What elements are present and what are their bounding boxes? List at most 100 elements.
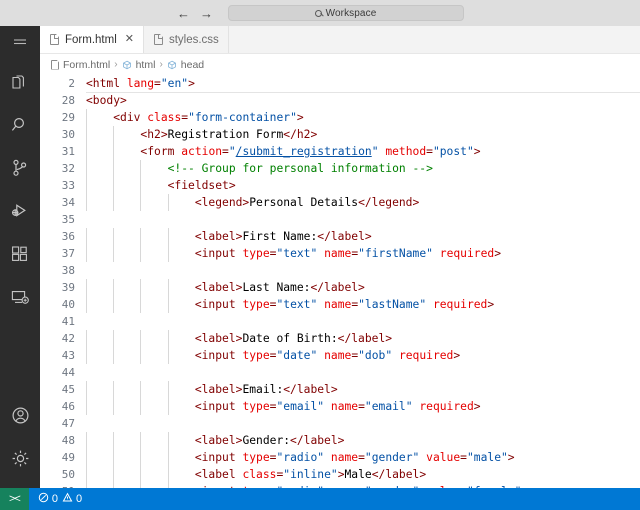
code-token: required [432, 298, 488, 311]
line-number: 51 [40, 483, 86, 488]
code-token: type [242, 451, 270, 464]
code-token: "en" [160, 77, 189, 90]
code-line-text: <label>Email:</label> [86, 381, 640, 398]
code-line-text: <input type="text" name="firstName" requ… [86, 245, 640, 262]
close-icon[interactable]: ✕ [125, 34, 134, 45]
sidebar-item-accounts[interactable] [0, 394, 40, 437]
indent-guide [167, 432, 169, 449]
breadcrumb-item-file[interactable]: Form.html [51, 59, 110, 71]
code-token: Last Name: [242, 281, 311, 294]
code-line[interactable]: 50 <label class="inline">Male</label> [40, 466, 640, 483]
code-token: <div [113, 111, 148, 124]
code-token: "email" [364, 400, 413, 413]
code-line[interactable]: 2 <html lang="en"> [40, 75, 640, 93]
sidebar-item-settings[interactable] [0, 437, 40, 480]
code-line[interactable]: 40 <input type="text" name="lastName" re… [40, 296, 640, 313]
code-line[interactable]: 35 [40, 211, 640, 228]
breadcrumb-item-html[interactable]: html [122, 59, 155, 71]
errors-group: 0 [38, 492, 58, 506]
code-line[interactable]: 39 <label>Last Name:</label> [40, 279, 640, 296]
indent-guide [113, 296, 115, 313]
indent-guide [167, 347, 169, 364]
line-number: 33 [61, 179, 75, 192]
code-line[interactable]: 34 <legend>Personal Details</legend> [40, 194, 640, 211]
html-file-icon [50, 34, 59, 45]
code-token: method [385, 145, 427, 158]
code-token: Email: [242, 383, 284, 396]
code-token: "post" [432, 145, 474, 158]
indent-guide [167, 279, 169, 296]
sidebar-item-source-control[interactable] [0, 146, 40, 189]
indent-guide [140, 347, 142, 364]
line-number: 41 [61, 315, 75, 328]
code-token: </label> [283, 383, 338, 396]
code-line[interactable]: 42 <label>Date of Birth:</label> [40, 330, 640, 347]
code-editor[interactable]: 2 <html lang="en"> 28 <body> 29 <div class="… [40, 75, 640, 488]
code-line[interactable]: 46 <input type="email" name="email" requ… [40, 398, 640, 415]
code-line[interactable]: 37 <input type="text" name="firstName" r… [40, 245, 640, 262]
indent-guide [113, 398, 115, 415]
code-line[interactable]: 51 <input type="radio" name="gender" val… [40, 483, 640, 488]
code-line[interactable]: 36 <label>First Name:</label> [40, 228, 640, 245]
code-token: > [188, 77, 195, 90]
code-line[interactable]: 47 [40, 415, 640, 432]
search-input[interactable]: Workspace [326, 8, 377, 19]
arrow-left-icon[interactable]: ← [177, 7, 191, 20]
code-line[interactable]: 41 [40, 313, 640, 330]
sidebar-item-extensions[interactable] [0, 232, 40, 275]
workbench-body: Form.html ✕ styles.css Form.html › html … [0, 26, 640, 488]
code-line[interactable]: 33 <fieldset> [40, 177, 640, 194]
code-token: <input [195, 485, 243, 488]
code-token: = [358, 400, 365, 413]
sidebar-item-explorer[interactable] [0, 60, 40, 103]
code-line[interactable]: 44 [40, 364, 640, 381]
code-line[interactable]: 31 <form action="/submit_registration" m… [40, 143, 640, 160]
status-remote-indicator[interactable]: >< [0, 488, 29, 510]
code-line[interactable]: 43 <input type="date" name="dob" require… [40, 347, 640, 364]
tab-label: Form.html [65, 33, 117, 46]
code-token: <form [140, 145, 182, 158]
code-line-text: <input type="email" name="email" require… [86, 398, 640, 415]
code-line[interactable]: 49 <input type="radio" name="gender" val… [40, 449, 640, 466]
code-line[interactable]: 38 [40, 262, 640, 279]
code-token: <html [86, 77, 127, 90]
code-line[interactable]: 32 <!-- Group for personal information -… [40, 160, 640, 177]
sidebar-item-search[interactable] [0, 103, 40, 146]
code-token: <h2> [140, 128, 168, 141]
code-token: "radio" [276, 451, 325, 464]
indent-guide [140, 432, 142, 449]
code-line[interactable]: 45 <label>Email:</label> [40, 381, 640, 398]
code-token: type [242, 247, 270, 260]
remote-arrows-icon: >< [9, 493, 21, 505]
arrow-right-icon[interactable]: → [200, 7, 214, 20]
warnings-group: 0 [62, 492, 82, 506]
code-token: name [330, 451, 359, 464]
gear-icon [10, 448, 31, 469]
code-line[interactable]: 29 <div class="form-container"> [40, 109, 640, 126]
indent-guide [140, 245, 142, 262]
search-icon [314, 9, 322, 17]
code-token: First Name: [242, 230, 318, 243]
tab-styles-css[interactable]: styles.css [143, 26, 229, 53]
status-problems[interactable]: 0 0 [29, 488, 91, 510]
sidebar-item-remote-explorer[interactable] [0, 275, 40, 318]
sidebar-item-run-and-debug[interactable] [0, 189, 40, 232]
indent-guide [86, 279, 87, 296]
code-line[interactable]: 48 <label>Gender:</label> [40, 432, 640, 449]
hamburger-menu-icon[interactable] [0, 26, 40, 60]
indent-guide [86, 160, 87, 177]
tab-form-html[interactable]: Form.html ✕ [40, 26, 144, 53]
code-line[interactable]: 30 <h2>Registration Form</h2> [40, 126, 640, 143]
code-token: Personal Details [249, 196, 359, 209]
indent-guide [167, 449, 169, 466]
breadcrumb-item-head[interactable]: head [167, 59, 204, 71]
code-line-text: <form action="/submit_registration" meth… [86, 143, 640, 160]
code-line[interactable]: 28 <body> [40, 92, 640, 109]
code-line-text: <input type="radio" name="gender" value=… [86, 449, 640, 466]
command-center-search[interactable]: Workspace [227, 5, 464, 21]
code-token: required [439, 247, 495, 260]
code-line-text: <h2>Registration Form</h2> [86, 126, 640, 143]
indent-guide [86, 143, 87, 160]
code-token[interactable]: /submit_registration [236, 145, 372, 158]
